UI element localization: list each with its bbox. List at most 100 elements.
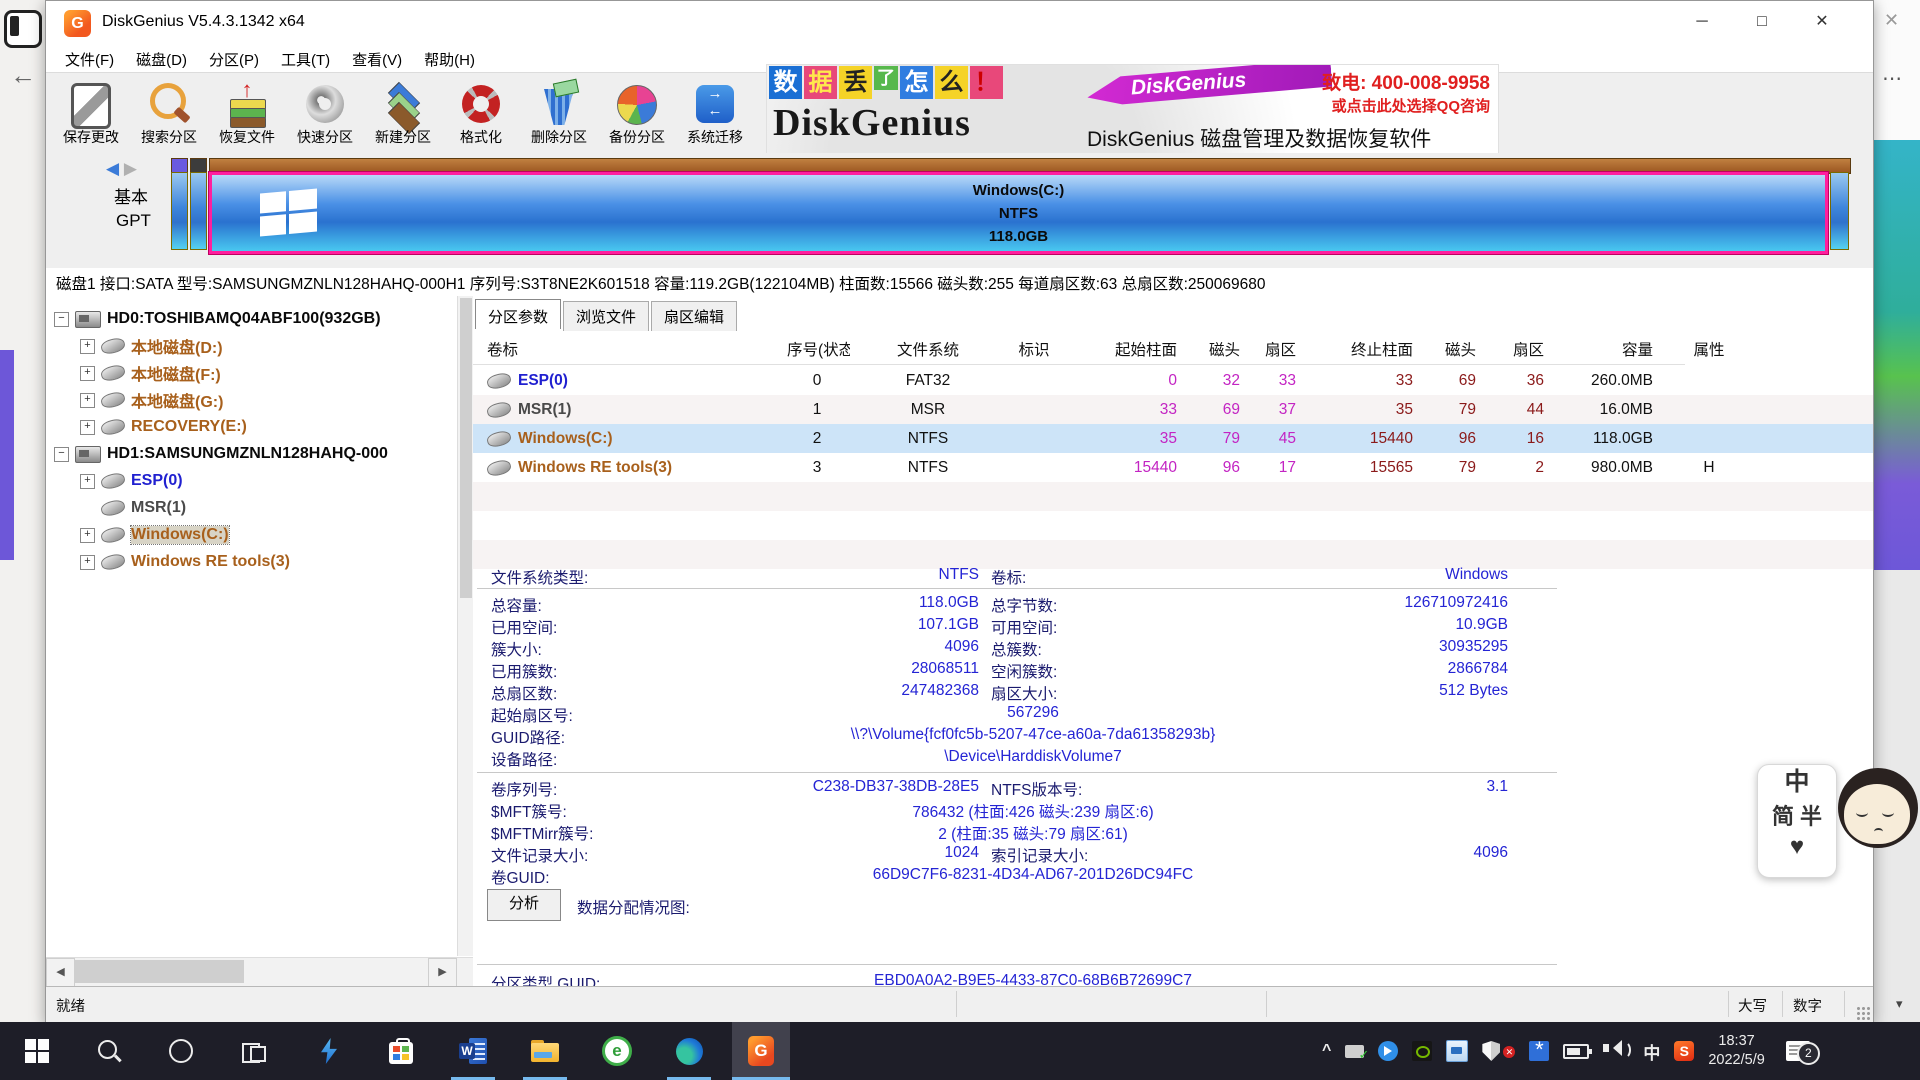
recover-files-button[interactable]: ↑ 恢复文件 xyxy=(210,75,284,151)
scroll-left-icon[interactable]: ◀ xyxy=(46,958,75,986)
tab-sector-edit[interactable]: 扇区编辑 xyxy=(651,301,737,331)
printer-tray-icon[interactable]: ✓ xyxy=(1345,1045,1364,1058)
sogou-tray-icon[interactable]: S xyxy=(1674,1041,1694,1061)
quick-partition-button[interactable]: 快速分区 xyxy=(288,75,362,151)
expand-icon[interactable]: + xyxy=(80,366,95,381)
taskbar-clock[interactable]: 18:37 2022/5/9 xyxy=(1708,1032,1764,1070)
col-volume-label[interactable]: 卷标 xyxy=(473,338,784,360)
snowflake-tray-icon[interactable]: * xyxy=(1529,1041,1549,1061)
expand-icon[interactable]: + xyxy=(80,393,95,408)
msr-partition-bar[interactable] xyxy=(190,172,207,250)
analyze-button[interactable]: 分析 xyxy=(487,889,561,921)
col-attr[interactable]: 属性 xyxy=(1656,338,1762,360)
windows-partition-bar[interactable]: Windows(C:) NTFS 118.0GB xyxy=(209,172,1828,254)
save-changes-button[interactable]: 保存更改 xyxy=(54,75,128,151)
word-button[interactable]: W xyxy=(444,1022,502,1080)
tray-chevron-icon[interactable]: ^ xyxy=(1322,1042,1331,1060)
tree-item-recovery-e[interactable]: + RECOVERY(E:) xyxy=(80,414,247,440)
expand-icon[interactable]: + xyxy=(80,339,95,354)
tree-horizontal-scrollbar[interactable]: ◀ ▶ xyxy=(46,957,473,986)
task-view-button[interactable] xyxy=(224,1022,282,1080)
ime-status-widget[interactable]: 中 简 半 ♥ xyxy=(1757,764,1837,878)
tree-vertical-scrollbar[interactable] xyxy=(457,296,473,956)
scroll-caret-icon[interactable]: ▾ xyxy=(1896,996,1903,1012)
minimize-button[interactable]: ─ xyxy=(1687,7,1717,37)
menu-file[interactable]: 文件(F) xyxy=(54,46,125,72)
col-start-head[interactable]: 磁头 xyxy=(1180,338,1243,360)
file-explorer-button[interactable] xyxy=(516,1022,574,1080)
tree-item-hd1[interactable]: − HD1:SAMSUNGMZNLN128HAHQ-000 xyxy=(54,441,388,467)
ad-banner[interactable]: 数据丢了怎么！ DiskGenius 致电: 400-008-9958 或点击此… xyxy=(766,64,1499,155)
defender-shield-icon[interactable] xyxy=(1482,1041,1500,1061)
search-partition-button[interactable]: 搜索分区 xyxy=(132,75,206,151)
ime-simplified[interactable]: 简 xyxy=(1772,799,1794,831)
menu-disk[interactable]: 磁盘(D) xyxy=(125,46,198,72)
close-button[interactable]: ✕ xyxy=(1807,7,1837,37)
col-seq[interactable]: 序号(状态) xyxy=(784,338,850,360)
ime-mascot-avatar[interactable] xyxy=(1838,768,1920,854)
table-row[interactable]: Windows RE tools(3) 3NTFS 154409617 1556… xyxy=(473,453,1873,482)
expand-icon[interactable]: + xyxy=(80,555,95,570)
menu-tools[interactable]: 工具(T) xyxy=(270,46,341,72)
ime-halfwidth[interactable]: 半 xyxy=(1800,799,1822,831)
tab-browse-files[interactable]: 浏览文件 xyxy=(563,301,649,331)
expand-icon[interactable]: + xyxy=(80,420,95,435)
col-start-sector[interactable]: 扇区 xyxy=(1243,338,1299,360)
tab-partition-params[interactable]: 分区参数 xyxy=(475,299,561,329)
scroll-right-icon[interactable]: ▶ xyxy=(428,958,457,986)
col-flag[interactable]: 标识 xyxy=(1006,338,1062,360)
collapse-icon[interactable]: − xyxy=(54,447,69,462)
tree-item-local-d[interactable]: + 本地磁盘(D:) xyxy=(80,333,223,359)
collapse-icon[interactable]: − xyxy=(54,312,69,327)
diskgenius-taskbar-button[interactable]: G xyxy=(732,1022,790,1080)
recovery-partition-bar[interactable] xyxy=(1830,172,1849,250)
menu-help[interactable]: 帮助(H) xyxy=(413,46,486,72)
col-filesystem[interactable]: 文件系统 xyxy=(850,338,1006,360)
table-row[interactable]: ESP(0) 0FAT32 03233 336936 260.0MB xyxy=(473,366,1873,395)
tree-item-windows-c[interactable]: + Windows(C:) xyxy=(80,522,229,548)
menu-partition[interactable]: 分区(P) xyxy=(198,46,270,72)
bird-app-tray-icon[interactable] xyxy=(1378,1041,1398,1061)
table-row[interactable]: MSR(1) 1MSR 336937 357944 16.0MB xyxy=(473,395,1873,424)
prev-disk-icon[interactable]: ◀ xyxy=(106,159,119,178)
tree-item-esp[interactable]: + ESP(0) xyxy=(80,468,183,494)
next-disk-icon[interactable]: ▶ xyxy=(124,159,137,178)
tree-item-windows-re[interactable]: + Windows RE tools(3) xyxy=(80,549,290,575)
back-arrow-icon[interactable]: ← xyxy=(10,60,36,91)
scrollbar-thumb[interactable] xyxy=(74,960,244,983)
microsoft-store-button[interactable] xyxy=(372,1022,430,1080)
pinned-app-flash[interactable] xyxy=(300,1022,358,1080)
tree-item-hd0[interactable]: − HD0:TOSHIBAMQ04ABF100(932GB) xyxy=(54,306,381,332)
menu-view[interactable]: 查看(V) xyxy=(341,46,413,72)
resize-grip[interactable] xyxy=(1856,1006,1870,1020)
col-end-sector[interactable]: 扇区 xyxy=(1479,338,1547,360)
col-capacity[interactable]: 容量 xyxy=(1547,338,1656,360)
tree-item-local-g[interactable]: + 本地磁盘(G:) xyxy=(80,387,223,413)
notification-center-button[interactable]: 2 xyxy=(1786,1041,1810,1061)
backup-partition-button[interactable]: 备份分区 xyxy=(600,75,674,151)
table-row-selected[interactable]: Windows(C:) 2NTFS 357945 154409616 118.0… xyxy=(473,424,1873,453)
maximize-button[interactable]: □ xyxy=(1747,7,1777,37)
heart-icon[interactable]: ♥ xyxy=(1790,833,1804,861)
battery-icon[interactable] xyxy=(1563,1044,1589,1059)
col-end-head[interactable]: 磁头 xyxy=(1416,338,1479,360)
col-end-cyl[interactable]: 终止柱面 xyxy=(1299,338,1416,360)
intel-graphics-tray-icon[interactable] xyxy=(1446,1040,1468,1062)
ghost-close-icon[interactable]: ✕ xyxy=(1884,10,1899,31)
volume-icon-tray[interactable] xyxy=(1603,1038,1629,1064)
esp-partition-bar[interactable] xyxy=(171,172,188,250)
expand-icon[interactable]: + xyxy=(80,474,95,489)
col-start-cyl[interactable]: 起始柱面 xyxy=(1062,338,1180,360)
system-migration-button[interactable]: →← 系统迁移 xyxy=(678,75,752,151)
overflow-menu-icon[interactable]: ⋯ xyxy=(1882,66,1903,91)
format-button[interactable]: 格式化 xyxy=(444,75,518,151)
banner-qq-link[interactable]: 或点击此处选择QQ咨询 xyxy=(1322,95,1490,116)
browser-360-button[interactable]: e xyxy=(588,1022,646,1080)
delete-partition-button[interactable]: 删除分区 xyxy=(522,75,596,151)
cortana-button[interactable] xyxy=(152,1022,210,1080)
start-button[interactable] xyxy=(8,1022,66,1080)
taskbar-search-button[interactable] xyxy=(80,1022,138,1080)
tree-item-local-f[interactable]: + 本地磁盘(F:) xyxy=(80,360,221,386)
nvidia-tray-icon[interactable] xyxy=(1412,1041,1432,1061)
edge-button[interactable] xyxy=(660,1022,718,1080)
